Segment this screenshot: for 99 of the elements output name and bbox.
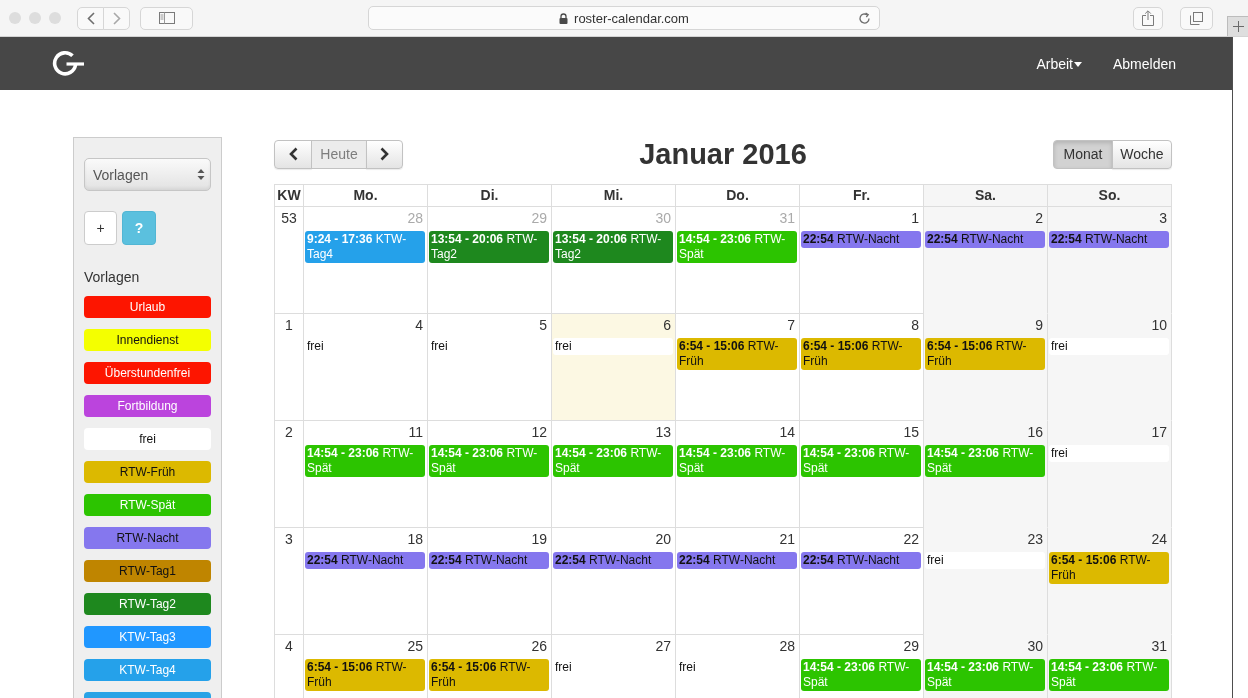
template-item[interactable]: RTW-Tag1 bbox=[84, 560, 211, 582]
view-button[interactable]: Monat bbox=[1053, 139, 1113, 169]
template-item[interactable]: RTW-Tag2 bbox=[84, 593, 211, 615]
month-title: Januar 2016 bbox=[639, 137, 807, 171]
shift-event[interactable]: 6:54 - 15:06 RTW-Früh bbox=[677, 338, 797, 370]
day-number: 12 bbox=[530, 423, 548, 442]
day-number: 11 bbox=[407, 423, 424, 442]
chevron-left-icon bbox=[86, 11, 95, 25]
day-number: 30 bbox=[1026, 637, 1044, 656]
reload-icon[interactable] bbox=[858, 11, 871, 25]
tabs-icon bbox=[1190, 11, 1203, 25]
plus-icon bbox=[1232, 21, 1244, 32]
section-heading: Vorlagen bbox=[84, 268, 141, 286]
day-number: 4 bbox=[414, 316, 424, 335]
shift-event[interactable]: 22:54 RTW-Nacht bbox=[1049, 231, 1169, 248]
template-item[interactable]: Fortbildung bbox=[84, 395, 211, 417]
day-number: 19 bbox=[530, 530, 548, 549]
previous-button[interactable] bbox=[274, 139, 312, 169]
select-arrows-icon bbox=[197, 168, 205, 181]
shift-event[interactable]: 22:54 RTW-Nacht bbox=[801, 231, 921, 248]
shift-event[interactable]: 6:54 - 15:06 RTW-Früh bbox=[801, 338, 921, 370]
shift-event[interactable]: 22:54 RTW-Nacht bbox=[305, 552, 425, 569]
day-number: 7 bbox=[786, 316, 796, 335]
shift-event[interactable]: 6:54 - 15:06 RTW-Früh bbox=[1049, 552, 1169, 584]
day-number: 28 bbox=[778, 637, 796, 656]
day-number: 24 bbox=[1150, 530, 1168, 549]
shift-event[interactable]: 13:54 - 20:06 RTW-Tag2 bbox=[429, 231, 549, 263]
new-tab-button[interactable] bbox=[1227, 16, 1248, 36]
day-number: 5 bbox=[538, 316, 548, 335]
template-item[interactable]: Urlaub bbox=[84, 296, 211, 318]
template-item[interactable]: RTW-Nacht bbox=[84, 527, 211, 549]
day-number: 29 bbox=[902, 637, 920, 656]
column-header: So. bbox=[1048, 185, 1172, 207]
shift-event[interactable]: 22:54 RTW-Nacht bbox=[925, 231, 1045, 248]
day-number: 17 bbox=[1150, 423, 1168, 442]
template-select[interactable]: Vorlagen bbox=[84, 158, 211, 191]
day-number: 28 bbox=[406, 209, 424, 228]
day-number: 16 bbox=[1026, 423, 1044, 442]
template-item[interactable]: frei bbox=[84, 428, 211, 450]
sidebar-icon bbox=[158, 12, 175, 24]
day-number: 22 bbox=[902, 530, 920, 549]
day-number: 25 bbox=[406, 637, 424, 656]
day-number: 30 bbox=[654, 209, 672, 228]
share-icon bbox=[1142, 10, 1154, 26]
back-button[interactable] bbox=[77, 6, 104, 30]
day-number: 3 bbox=[1158, 209, 1168, 228]
logo-icon[interactable] bbox=[52, 48, 84, 79]
caret-icon bbox=[1073, 61, 1082, 67]
day-number: 15 bbox=[902, 423, 920, 442]
template-item[interactable]: KTW-Tag3 bbox=[84, 626, 211, 648]
template-item[interactable]: RTW-Früh bbox=[84, 461, 211, 483]
nav-link[interactable]: Abmelden bbox=[1112, 55, 1176, 72]
shift-event[interactable]: 22:54 RTW-Nacht bbox=[429, 552, 549, 569]
view-button[interactable]: Woche bbox=[1112, 139, 1172, 169]
day-number: 1 bbox=[910, 209, 920, 228]
lock-icon bbox=[559, 12, 569, 24]
day-number: 13 bbox=[654, 423, 672, 442]
day-number: 27 bbox=[654, 637, 672, 656]
shift-event[interactable]: 13:54 - 20:06 RTW-Tag2 bbox=[553, 231, 673, 263]
shift-event[interactable]: 6:54 - 15:06 RTW-Früh bbox=[429, 659, 549, 691]
template-item[interactable]: KTW-Tag4 bbox=[84, 659, 211, 681]
day-number: 31 bbox=[778, 209, 796, 228]
day-number: 20 bbox=[654, 530, 672, 549]
shift-event[interactable]: frei bbox=[553, 338, 673, 355]
day-number: 26 bbox=[530, 637, 548, 656]
day-number: 31 bbox=[1150, 637, 1168, 656]
day-number: 10 bbox=[1150, 316, 1168, 335]
shift-event[interactable]: 6:54 - 15:06 RTW-Früh bbox=[925, 338, 1045, 370]
tabs-button[interactable] bbox=[1180, 6, 1213, 30]
shift-event[interactable]: 6:54 - 15:06 RTW-Früh bbox=[305, 659, 425, 691]
chevron-right-icon bbox=[112, 11, 121, 25]
shift-event[interactable]: 22:54 RTW-Nacht bbox=[677, 552, 797, 569]
column-header: Sa. bbox=[924, 185, 1048, 207]
day-number: 6 bbox=[662, 316, 672, 335]
template-item[interactable]: Innendienst bbox=[84, 329, 211, 351]
column-header: KW bbox=[275, 185, 304, 207]
day-number: 29 bbox=[530, 209, 548, 228]
chevron-left-icon bbox=[288, 147, 298, 161]
sidebar-toggle-button[interactable] bbox=[140, 6, 193, 30]
shift-event[interactable]: frei bbox=[1049, 338, 1169, 355]
day-number: 21 bbox=[778, 530, 796, 549]
day-number: 9 bbox=[1034, 316, 1044, 335]
shift-event[interactable]: frei bbox=[925, 552, 1045, 569]
shift-event[interactable]: 22:54 RTW-Nacht bbox=[801, 552, 921, 569]
day-number: 14 bbox=[778, 423, 796, 442]
dropdown-menu-button[interactable]: Arbeit bbox=[1036, 55, 1082, 72]
chevron-right-icon bbox=[380, 147, 389, 161]
shift-event[interactable]: frei bbox=[1049, 445, 1169, 462]
template-item[interactable]: Überstundenfrei bbox=[84, 362, 211, 384]
share-button[interactable] bbox=[1133, 6, 1163, 30]
day-number: 18 bbox=[406, 530, 424, 549]
next-button[interactable] bbox=[366, 139, 403, 169]
day-number: 8 bbox=[910, 316, 920, 335]
shift-event[interactable]: 22:54 RTW-Nacht bbox=[553, 552, 673, 569]
address-field[interactable]: roster-calendar.com bbox=[368, 6, 880, 30]
add-button[interactable]: + bbox=[84, 211, 117, 245]
day-number: 23 bbox=[1026, 530, 1044, 549]
day-number: 2 bbox=[1034, 209, 1044, 228]
shift-event[interactable]: 9:24 - 17:36 KTW-Tag4 bbox=[305, 231, 425, 263]
